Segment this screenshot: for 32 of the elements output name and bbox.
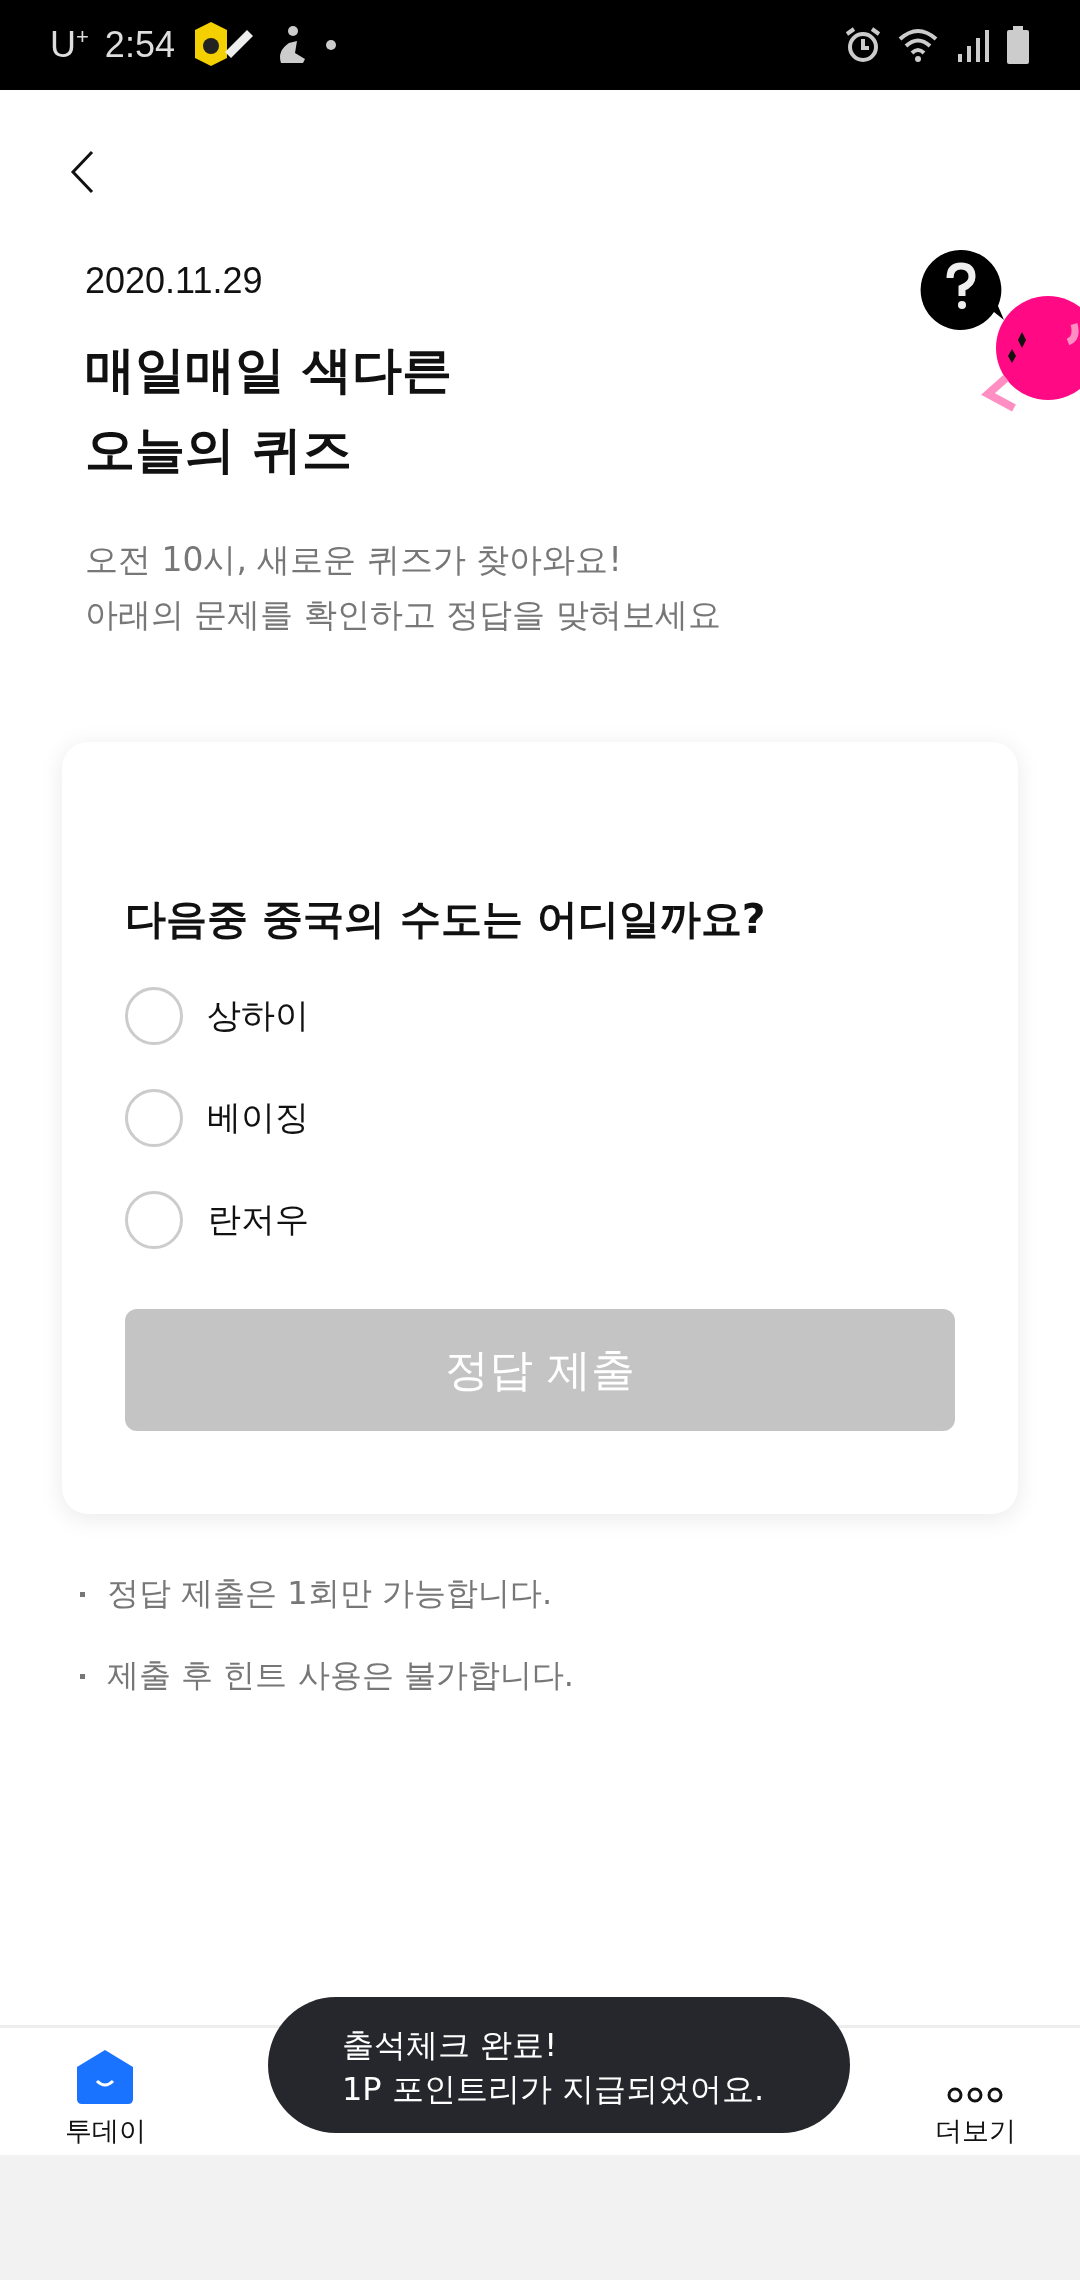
nav-tab[interactable]: 더보기 [910, 2028, 1040, 2155]
clock: 2:54 [104, 24, 175, 66]
description: 오전 10시, 새로운 퀴즈가 찾아와요! [85, 539, 622, 581]
answer-option[interactable]: 란저우 [125, 1191, 309, 1249]
quiz-question: 다음중 중국의 수도는 어디일까요? [125, 894, 767, 945]
toast-message: 1P 포인트리가 지급되었어요. [342, 2069, 765, 2110]
page-title: 매일매일 색다른 [85, 340, 453, 401]
carrier: U$^{+}$ [50, 24, 89, 66]
radio-button[interactable] [125, 987, 183, 1045]
bullet-icon [80, 1673, 85, 1679]
description: 아래의 문제를 확인하고 정답을 맞혀보세요 [85, 594, 721, 636]
option-label: 상하이 [207, 994, 309, 1037]
battery-icon [1006, 26, 1030, 64]
nav-tab[interactable]: 투데이 [40, 2028, 170, 2155]
page-title: 오늘의 퀴즈 [85, 420, 353, 481]
alarm-icon [844, 26, 882, 64]
quiz-date: 2020.11.29 [85, 260, 264, 302]
option-label: 란저우 [207, 1198, 309, 1241]
toast-message: 출석체크 완료! [342, 2025, 557, 2066]
answer-option[interactable]: 베이징 [125, 1089, 309, 1147]
more-icon [947, 2085, 1003, 2105]
home-icon [76, 2049, 134, 2105]
answer-option[interactable]: 상하이 [125, 987, 309, 1045]
notice-text: 제출 후 힌트 사용은 불가합니다. [107, 1655, 574, 1696]
notice-text: 정답 제출은 1회만 가능합니다. [107, 1573, 553, 1614]
bullet-icon [80, 1591, 85, 1597]
dot-icon [324, 39, 337, 51]
option-label: 베이징 [207, 1096, 309, 1139]
back-icon[interactable] [70, 150, 94, 194]
radio-button[interactable] [125, 1191, 183, 1249]
signal-icon [958, 28, 990, 62]
radio-button[interactable] [125, 1089, 183, 1147]
